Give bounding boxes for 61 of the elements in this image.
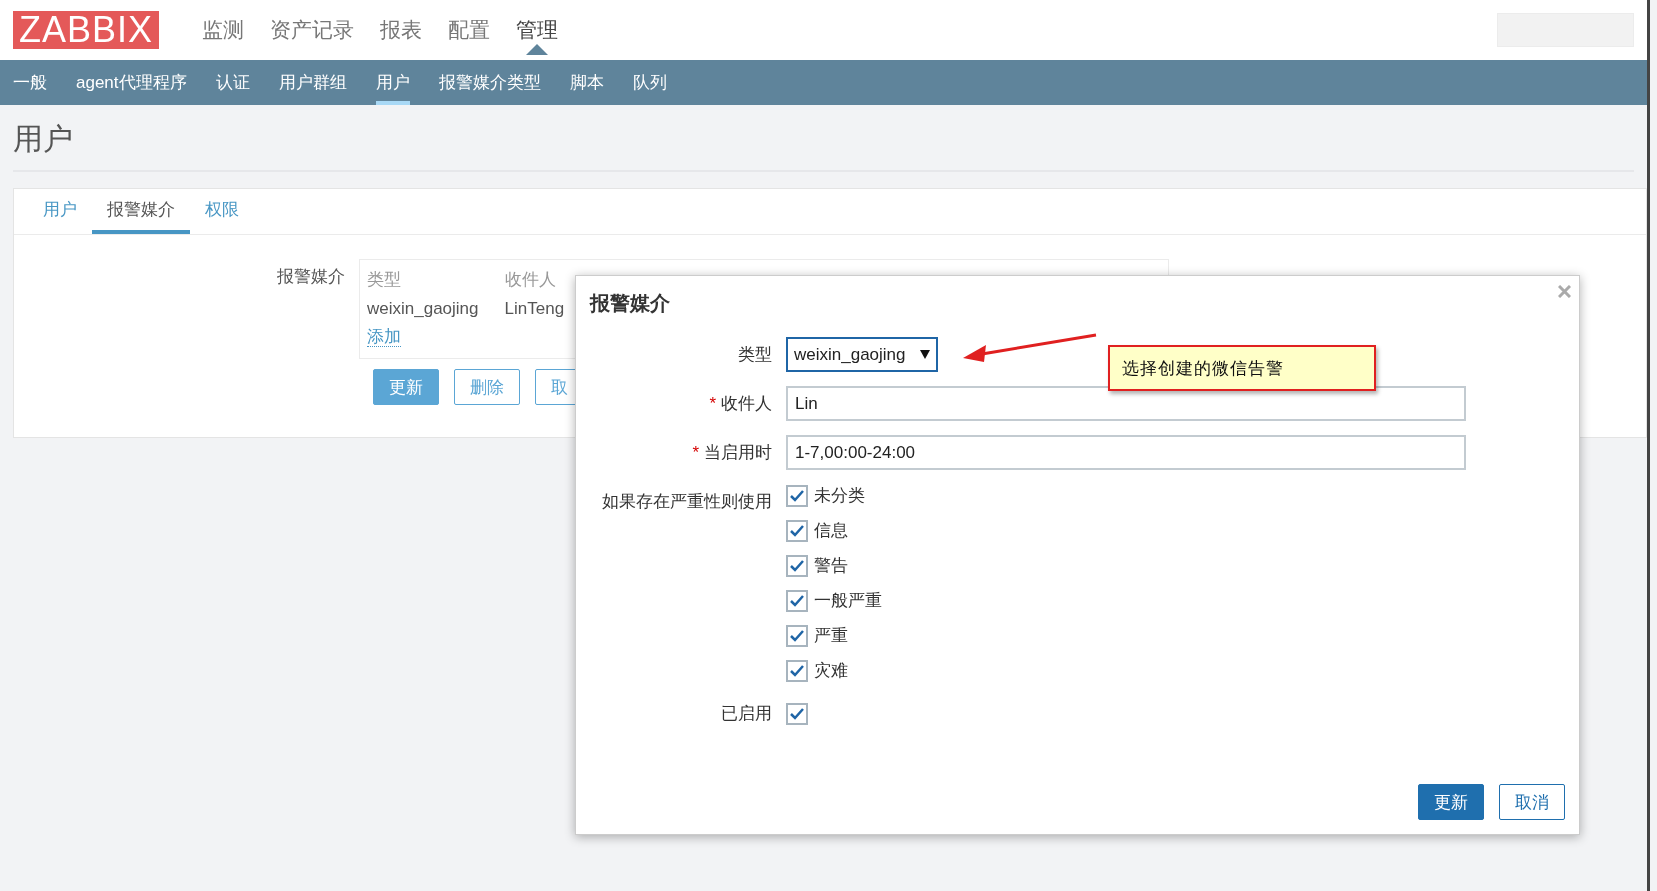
sub-menu-item[interactable]: 用户群组: [278, 60, 347, 105]
annotation-callout: 选择创建的微信告警: [1108, 345, 1376, 391]
checkbox[interactable]: [786, 702, 808, 725]
required-mark: *: [709, 394, 716, 413]
field-label: * 当启用时: [691, 442, 773, 464]
sub-menu-item[interactable]: 脚本: [569, 60, 604, 105]
tab[interactable]: 报警媒介: [92, 189, 190, 234]
update-button[interactable]: 更新: [373, 369, 439, 405]
action-button[interactable]: 删除: [454, 369, 520, 405]
top-menu-item[interactable]: 资产记录: [257, 18, 368, 41]
check-icon: [789, 523, 805, 538]
top-menu-item[interactable]: 报表: [367, 18, 436, 41]
field-label: * 收件人: [708, 393, 773, 415]
tab[interactable]: 用户: [28, 189, 92, 234]
cancel-button[interactable]: 取消: [1499, 784, 1565, 820]
sub-menu-item[interactable]: agent代理程序: [76, 60, 187, 105]
sub-menu-item[interactable]: 报警媒介类型: [438, 60, 541, 105]
add-link[interactable]: 添加: [367, 327, 401, 347]
top-menu-item[interactable]: 监测: [189, 18, 258, 41]
checkbox-label: 一般严重: [814, 590, 882, 612]
checkbox-label: 未分类: [814, 485, 865, 507]
dialog-title: 报警媒介: [590, 291, 671, 316]
tab[interactable]: 权限: [190, 189, 254, 234]
field-label: 报警媒介: [276, 266, 346, 288]
caret-icon: [919, 350, 930, 359]
update-button[interactable]: 更新: [1418, 784, 1484, 820]
required-mark: *: [692, 443, 699, 462]
sub-menu-item[interactable]: 认证: [215, 60, 250, 105]
column-header: 类型: [367, 264, 505, 295]
field-label: 如果存在严重性则使用: [601, 491, 773, 513]
type-select[interactable]: weixin_gaojing: [786, 337, 938, 372]
top-menu-item[interactable]: 配置: [435, 18, 504, 41]
checkbox-label: 信息: [814, 520, 848, 542]
checkbox[interactable]: [786, 484, 808, 507]
input-field[interactable]: Lin: [786, 386, 1466, 421]
check-icon: [789, 558, 805, 573]
check-icon: [789, 706, 805, 721]
page-title: 用户: [13, 105, 1634, 172]
checkbox[interactable]: [786, 624, 808, 647]
checkbox-label: 灾难: [814, 660, 848, 682]
column-header: 收件人: [504, 269, 557, 291]
checkbox-label: 警告: [814, 555, 848, 577]
check-icon: [789, 593, 805, 608]
sub-menu-item[interactable]: 队列: [632, 60, 667, 105]
field-label: 类型: [737, 344, 773, 366]
sub-menu-item[interactable]: 用户: [375, 60, 410, 105]
checkbox[interactable]: [786, 659, 808, 682]
check-icon: [789, 663, 805, 678]
checkbox-label: 严重: [814, 625, 848, 647]
check-icon: [789, 488, 805, 503]
table-cell-text: LinTeng: [504, 298, 566, 320]
checkbox[interactable]: [786, 519, 808, 542]
input-field[interactable]: 1-7,00:00-24:00: [786, 435, 1466, 470]
checkbox[interactable]: [786, 554, 808, 577]
table-cell: weixin_gaojing: [367, 295, 505, 323]
field-label: 已启用: [720, 703, 773, 725]
sub-menu-item[interactable]: 一般: [13, 60, 47, 105]
checkbox[interactable]: [786, 589, 808, 612]
zabbix-logo[interactable]: ZABBIX: [13, 11, 160, 49]
top-menu-item[interactable]: 管理: [503, 18, 572, 41]
check-icon: [789, 628, 805, 643]
